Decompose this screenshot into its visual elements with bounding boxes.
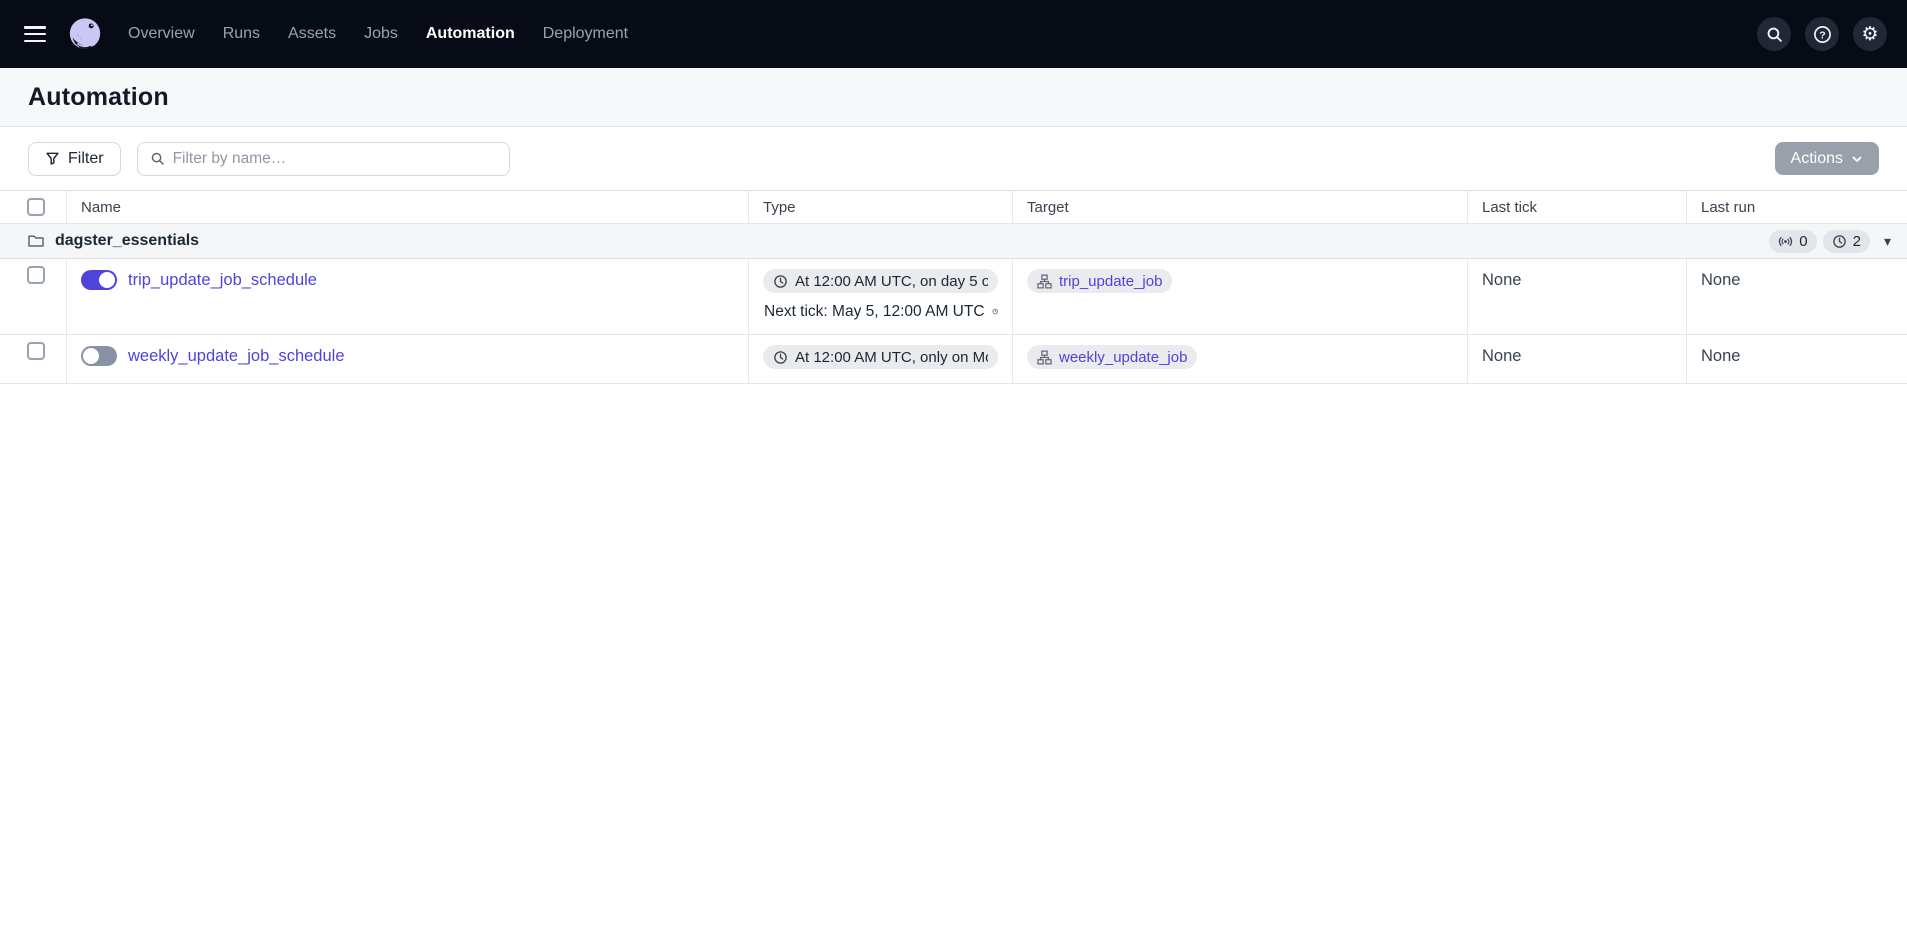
clock-icon <box>773 350 788 365</box>
primary-nav: Overview Runs Assets Jobs Automation Dep… <box>128 25 628 43</box>
svg-text:?: ? <box>1819 29 1825 41</box>
filter-button[interactable]: Filter <box>28 142 121 176</box>
clock-icon <box>1832 234 1847 249</box>
settings-button[interactable]: ⚙ <box>1853 17 1887 51</box>
filter-button-label: Filter <box>68 150 104 168</box>
job-graph-icon <box>1037 350 1052 365</box>
search-button[interactable] <box>1757 17 1791 51</box>
help-icon: ? <box>1813 25 1832 44</box>
folder-icon <box>27 232 45 250</box>
nav-item-overview[interactable]: Overview <box>128 25 195 43</box>
automation-table: Name Type Target Last tick Last run dags… <box>0 190 1907 384</box>
select-all-checkbox[interactable] <box>27 198 45 216</box>
group-collapse-caret-icon[interactable]: ▾ <box>1884 234 1891 248</box>
name-filter-field <box>137 142 510 176</box>
sensor-count-badge: 0 <box>1769 230 1816 253</box>
schedule-tag[interactable]: At 12:00 AM UTC, on day 5 of th… <box>763 269 998 293</box>
actions-button[interactable]: Actions <box>1775 142 1879 175</box>
schedule-toggle[interactable] <box>81 270 117 290</box>
next-tick-text: Next tick: May 5, 12:00 AM UTC <box>764 303 985 321</box>
schedule-count: 2 <box>1853 233 1861 250</box>
row-checkbox[interactable] <box>27 266 45 284</box>
column-header-type: Type <box>748 191 1012 223</box>
column-header-last-tick: Last tick <box>1467 191 1686 223</box>
schedule-count-badge: 2 <box>1823 230 1870 253</box>
group-name: dagster_essentials <box>55 232 199 250</box>
table-row: trip_update_job_schedule At 12:00 AM UTC… <box>0 259 1907 335</box>
schedule-toggle[interactable] <box>81 346 117 366</box>
target-job-name: trip_update_job <box>1059 273 1162 290</box>
gear-icon: ⚙ <box>1861 25 1878 44</box>
job-graph-icon <box>1037 274 1052 289</box>
nav-item-runs[interactable]: Runs <box>223 25 260 43</box>
nav-item-automation[interactable]: Automation <box>426 25 515 43</box>
clock-icon <box>992 304 998 319</box>
column-header-last-run: Last run <box>1686 191 1907 223</box>
target-job-tag[interactable]: trip_update_job <box>1027 269 1172 293</box>
nav-item-deployment[interactable]: Deployment <box>543 25 628 43</box>
column-header-name: Name <box>66 191 748 223</box>
schedule-tag[interactable]: At 12:00 AM UTC, only on Mond… <box>763 345 998 369</box>
last-run-value: None <box>1686 259 1907 334</box>
sensor-count: 0 <box>1799 233 1807 250</box>
automation-name-link[interactable]: weekly_update_job_schedule <box>128 347 345 366</box>
target-job-tag[interactable]: weekly_update_job <box>1027 345 1197 369</box>
help-button[interactable]: ? <box>1805 17 1839 51</box>
next-tick: Next tick: May 5, 12:00 AM UTC <box>764 303 998 321</box>
table-row: weekly_update_job_schedule At 12:00 AM U… <box>0 335 1907 384</box>
top-navbar: Overview Runs Assets Jobs Automation Dep… <box>0 0 1907 68</box>
page-title: Automation <box>28 83 169 112</box>
search-icon <box>150 151 165 166</box>
search-icon <box>1766 26 1783 43</box>
nav-item-jobs[interactable]: Jobs <box>364 25 398 43</box>
dagster-logo-icon[interactable] <box>66 15 104 53</box>
clock-icon <box>773 274 788 289</box>
actions-button-label: Actions <box>1791 150 1843 168</box>
target-job-name: weekly_update_job <box>1059 349 1187 366</box>
page-header: Automation <box>0 68 1907 127</box>
name-filter-input[interactable] <box>173 150 497 168</box>
last-run-value: None <box>1686 335 1907 383</box>
chevron-down-icon <box>1851 153 1863 165</box>
sensor-icon <box>1778 234 1793 249</box>
column-header-target: Target <box>1012 191 1467 223</box>
schedule-description: At 12:00 AM UTC, only on Mond… <box>795 349 988 366</box>
schedule-description: At 12:00 AM UTC, on day 5 of th… <box>795 273 988 290</box>
hamburger-menu-icon[interactable] <box>24 26 46 42</box>
last-tick-value: None <box>1467 335 1686 383</box>
code-location-group-row: dagster_essentials 0 2 ▾ <box>0 224 1907 259</box>
automation-name-link[interactable]: trip_update_job_schedule <box>128 271 317 290</box>
table-header-row: Name Type Target Last tick Last run <box>0 191 1907 224</box>
row-checkbox[interactable] <box>27 342 45 360</box>
funnel-icon <box>45 151 60 166</box>
nav-item-assets[interactable]: Assets <box>288 25 336 43</box>
filters-toolbar: Filter Actions <box>0 127 1907 190</box>
automation-page: Overview Runs Assets Jobs Automation Dep… <box>0 0 1907 951</box>
last-tick-value: None <box>1467 259 1686 334</box>
